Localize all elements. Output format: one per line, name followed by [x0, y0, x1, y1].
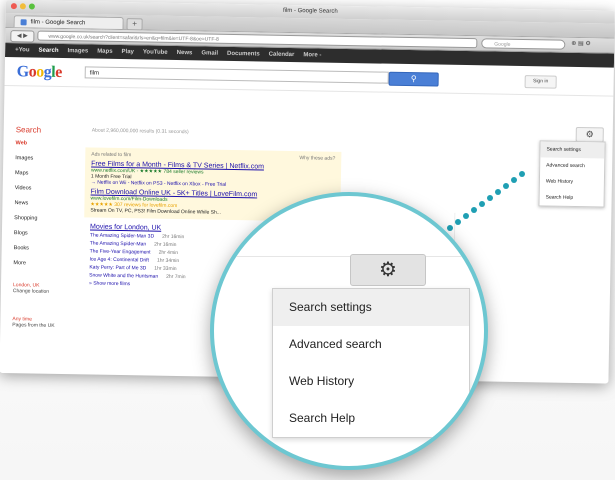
screenshot-stage: film - Google Search film - Google Searc…	[0, 0, 615, 480]
settings-menu-zoomed: Search settings Advanced search Web Hist…	[272, 288, 470, 438]
callout-page-top	[214, 196, 484, 257]
dot	[503, 183, 509, 189]
menu-item-advanced-search[interactable]: Advanced search	[273, 326, 469, 363]
dot	[511, 177, 517, 183]
dot	[519, 171, 525, 177]
zoom-callout: ⚙ Search settings Advanced search Web Hi…	[210, 192, 488, 470]
menu-item-search-settings[interactable]: Search settings	[273, 289, 469, 326]
dot	[487, 195, 493, 201]
menu-item-search-help[interactable]: Search Help	[273, 400, 469, 437]
gear-icon: ⚙	[379, 259, 397, 281]
settings-gear-button-zoomed[interactable]: ⚙	[350, 254, 426, 286]
dot	[495, 189, 501, 195]
menu-item-web-history[interactable]: Web History	[273, 363, 469, 400]
